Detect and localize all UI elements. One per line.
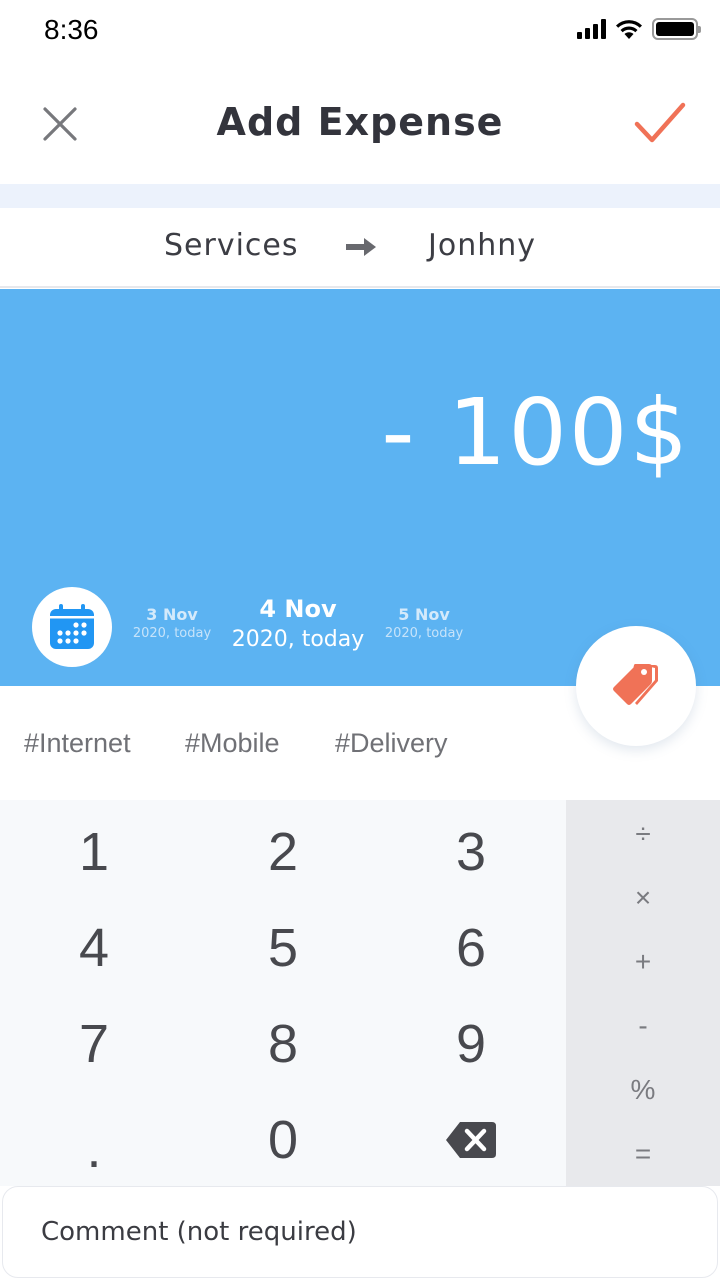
key-8[interactable]: 8	[189, 996, 377, 1092]
transfer-source[interactable]: Services	[164, 228, 299, 263]
key-2[interactable]: 2	[189, 804, 377, 900]
key-9[interactable]: 9	[377, 996, 565, 1092]
signal-icon	[577, 19, 606, 39]
key-7[interactable]: 7	[0, 996, 188, 1092]
date-current-year: 2020, today	[231, 627, 365, 652]
key-3[interactable]: 3	[377, 804, 565, 900]
key-4[interactable]: 4	[0, 900, 188, 996]
operator-subtract[interactable]: -	[566, 994, 720, 1058]
date-next-year: 2020, today	[384, 626, 464, 641]
calendar-button[interactable]	[32, 587, 112, 667]
status-icons	[577, 18, 701, 40]
key-5[interactable]: 5	[189, 900, 377, 996]
battery-icon	[652, 18, 701, 40]
key-decimal[interactable]: .	[0, 1092, 188, 1188]
numeric-keypad: 1 2 3 4 5 6 7 8 9 . 0	[0, 800, 566, 1186]
page-title: Add Expense	[216, 100, 504, 144]
checkmark-icon[interactable]	[634, 102, 686, 144]
date-previous-day: 3 Nov	[146, 605, 198, 624]
tag-button[interactable]	[576, 626, 696, 746]
amount-display: - 100$	[381, 379, 690, 486]
date-next-day: 5 Nov	[398, 605, 450, 624]
comment-field[interactable]	[2, 1186, 718, 1278]
tag-chip[interactable]: #Mobile	[185, 728, 280, 759]
tag-chip[interactable]: #Internet	[24, 728, 131, 759]
tag-chip[interactable]: #Delivery	[335, 728, 448, 759]
key-0[interactable]: 0	[189, 1092, 377, 1188]
key-1[interactable]: 1	[0, 804, 188, 900]
date-previous[interactable]: 3 Nov 2020, today	[132, 605, 212, 641]
backspace-button[interactable]	[377, 1092, 565, 1188]
arrow-right-icon	[346, 238, 376, 256]
operator-equals[interactable]: =	[566, 1122, 720, 1186]
operators-column: ÷ × + - % =	[566, 800, 720, 1186]
operator-add[interactable]: +	[566, 930, 720, 994]
amount-panel: - 100$ 3 Nov 2020, today 4 Nov 2020, tod…	[0, 289, 720, 686]
status-time: 8:36	[44, 14, 99, 45]
tags-icon	[613, 664, 658, 705]
status-bar: 8:36	[0, 0, 720, 62]
key-6[interactable]: 6	[377, 900, 565, 996]
date-current-day: 4 Nov	[259, 595, 337, 623]
operator-percent[interactable]: %	[566, 1058, 720, 1122]
separator-band	[0, 184, 720, 208]
date-next[interactable]: 5 Nov 2020, today	[384, 605, 464, 641]
transfer-row: Services Jonhny	[0, 208, 720, 288]
operator-divide[interactable]: ÷	[566, 802, 720, 866]
calendar-icon	[50, 604, 94, 649]
date-current[interactable]: 4 Nov 2020, today	[226, 595, 370, 652]
date-previous-year: 2020, today	[132, 626, 212, 641]
transfer-destination[interactable]: Jonhny	[428, 228, 536, 263]
nav-bar: Add Expense	[0, 62, 720, 184]
backspace-icon	[446, 1122, 496, 1158]
comment-input[interactable]	[41, 1217, 679, 1247]
operator-multiply[interactable]: ×	[566, 866, 720, 930]
wifi-icon	[616, 20, 642, 39]
